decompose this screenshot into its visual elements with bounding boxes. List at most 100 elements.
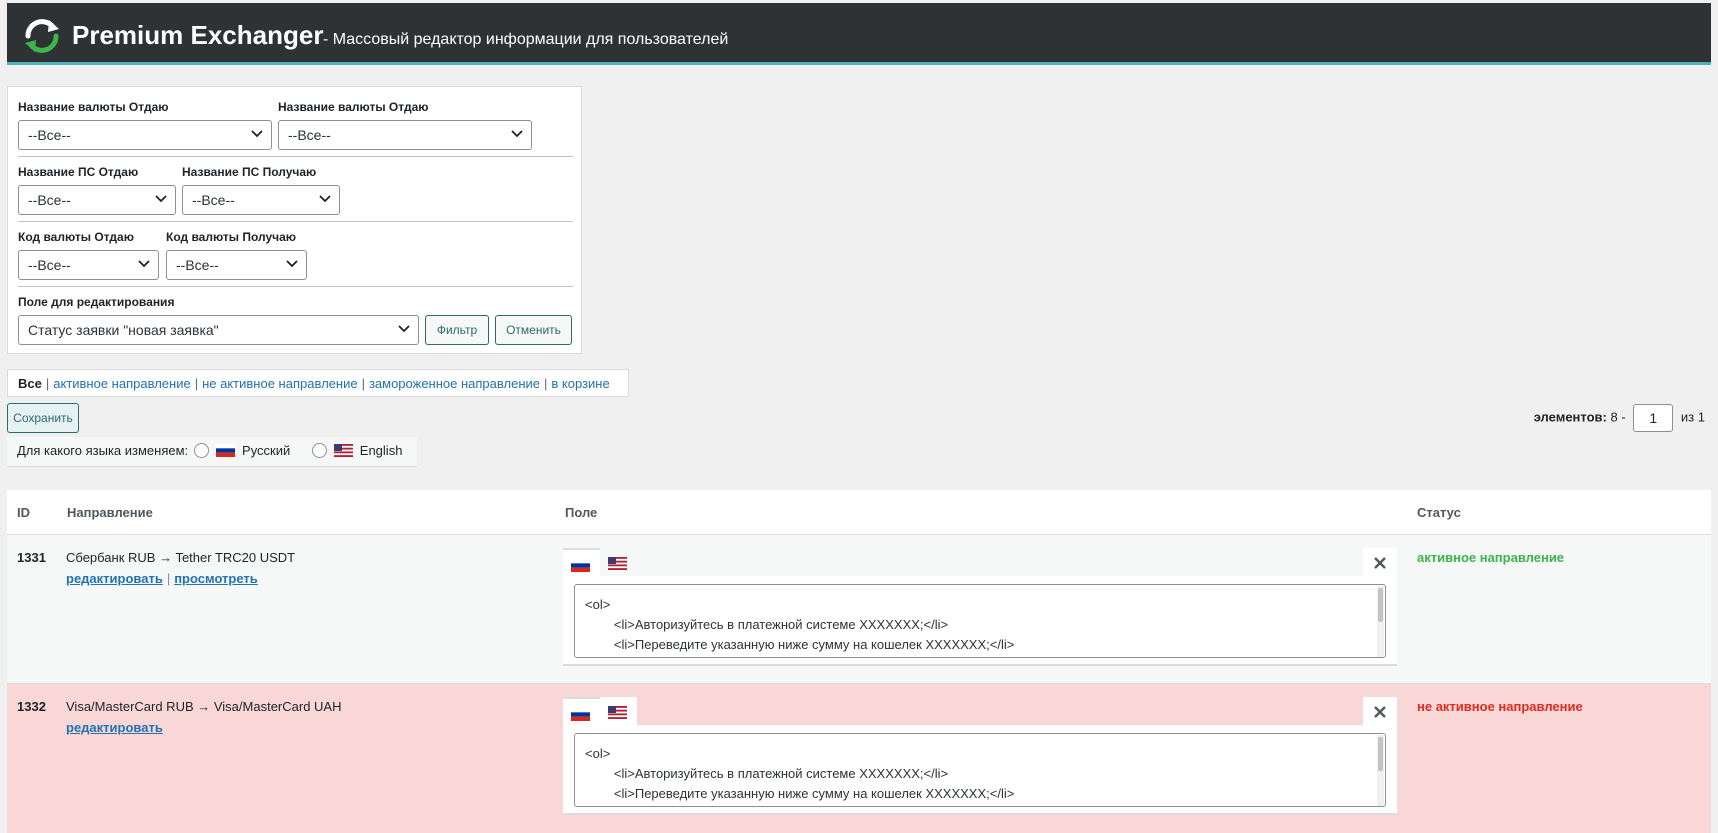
filter-label: Название валюты Отдаю [18,100,169,114]
items-label: элементов: [1533,409,1607,425]
app-title: Premium Exchanger [72,20,324,50]
cancel-button[interactable]: Отменить [495,315,572,345]
chevron-down-icon [155,195,167,203]
status-link-trash[interactable]: в корзине [551,376,609,391]
textarea-line: <ol> [585,597,611,612]
divider [18,286,573,287]
content-textarea[interactable]: <ol> <li>Авторизуйтесь в платежной систе… [574,584,1386,658]
refresh-arrows-icon [25,19,59,53]
language-option-english: English [359,443,403,458]
usa-flag-icon [607,557,627,570]
chevron-down-icon [251,130,263,138]
row-actions: редактировать [66,720,342,735]
tab-russian[interactable] [563,697,600,727]
close-icon [1374,557,1386,569]
language-option-russian: Русский [242,443,291,458]
directions-table: ID Направление Поле Статус 1331 Сбербанк… [7,490,1711,833]
currency-give-select[interactable]: --Все-- [18,120,272,150]
code-get-select[interactable]: --Все-- [166,250,307,280]
filter-label: Название ПС Получаю [182,165,317,179]
items-count: 8 - [1610,409,1626,425]
direction-name: Visa/MasterCard RUB → Visa/MasterCard UA… [66,699,342,714]
close-icon [1374,706,1386,718]
view-link[interactable]: просмотреть [174,571,258,586]
russia-flag-icon [216,444,236,457]
row-id: 1331 [17,550,46,565]
page-subtitle: - Массовый редактор информации для польз… [323,31,729,48]
edit-field-select[interactable]: Статус заявки "новая заявка" [18,315,419,345]
textarea-line: <li>Авторизуйтесь в платежной системе XX… [585,766,949,781]
filter-label: Поле для редактирования [18,295,175,309]
row-id: 1332 [17,699,46,714]
currency-give-2-select[interactable]: --Все-- [278,120,532,150]
content-textarea[interactable]: <ol> <li>Авторизуйтесь в платежной систе… [574,733,1386,807]
ps-get-select[interactable]: --Все-- [182,185,340,215]
edit-link[interactable]: редактировать [66,571,163,586]
field-editor: <ol> <li>Авторизуйтесь в платежной систе… [563,548,1397,666]
filter-button[interactable]: Фильтр [425,315,489,345]
status-link-active[interactable]: активное направление [53,376,190,391]
chevron-down-icon [398,325,410,333]
status-all-current[interactable]: Все [18,376,42,391]
chevron-down-icon [511,130,523,138]
select-value: --Все-- [176,257,219,273]
tab-english[interactable] [600,697,637,727]
page-number-input[interactable]: 1 [1633,404,1674,432]
column-field: Поле [565,505,598,520]
code-give-select[interactable]: --Все-- [18,250,159,280]
editor-panel: <ol> <li>Авторизуйтесь в платежной систе… [563,725,1397,815]
filter-label: Название валюты Отдаю [278,100,429,114]
textarea-scrollbar[interactable] [1377,735,1384,806]
textarea-line: <li>Авторизуйтесь в платежной системе XX… [585,617,949,632]
status-link-frozen[interactable]: замороженное направление [369,376,540,391]
filter-code-give: Код валюты Отдаю --Все-- [18,230,159,280]
select-value: --Все-- [28,127,71,143]
select-value: --Все-- [28,192,71,208]
textarea-line: <li>Переведите указанную ниже сумму на к… [585,786,1015,801]
tab-russian[interactable] [563,548,600,578]
edit-link[interactable]: редактировать [66,720,163,735]
select-value: Статус заявки "новая заявка" [28,322,219,338]
filter-edit-field: Поле для редактирования Статус заявки "н… [18,295,419,345]
close-editor-button[interactable] [1363,697,1397,727]
language-tabs [563,697,1397,727]
tab-english[interactable] [600,548,637,578]
russia-flag-icon [570,708,590,721]
status-filter-links: Все | активное направление | не активное нап… [7,369,629,397]
chevron-down-icon [138,260,150,268]
row-direction: Visa/MasterCard RUB → Visa/MasterCard UA… [66,699,342,735]
textarea-line: <ol> [585,746,611,761]
usa-flag-icon [607,706,627,719]
field-editor: <ol> <li>Авторизуйтесь в платежной систе… [563,697,1397,815]
app-header: Premium Exchanger - Массовый редактор ин… [7,3,1711,65]
total-pages: из 1 [1680,409,1705,425]
filter-label: Код валюты Отдаю [18,230,134,244]
select-value: --Все-- [192,192,235,208]
chevron-down-icon [319,195,331,203]
textarea-line: <li>Переведите указанную ниже сумму на к… [585,637,1015,652]
status-link-inactive[interactable]: не активное направление [202,376,357,391]
radio-russian[interactable] [193,443,209,458]
column-status: Статус [1417,505,1461,520]
ps-give-select[interactable]: --Все-- [18,185,176,215]
select-value: --Все-- [288,127,331,143]
divider [18,156,573,157]
pagination: элементов: 8 - 1 из 1 [1534,404,1705,434]
row-direction: Сбербанк RUB → Tether TRC20 USDT редакти… [66,550,295,586]
language-label: Для какого языка изменяем: [17,443,189,458]
status-badge: активное направление [1417,550,1565,565]
column-direction: Направление [67,505,153,520]
textarea-scrollbar[interactable] [1377,586,1384,657]
russia-flag-icon [570,559,590,572]
table-header: ID Направление Поле Статус [7,490,1711,535]
editor-panel: <ol> <li>Авторизуйтесь в платежной систе… [563,576,1397,666]
save-button[interactable]: Сохранить [7,403,79,433]
filter-ps-get: Название ПС Получаю --Все-- [182,165,340,215]
language-selector: Для какого языка изменяем: Русский Engli… [7,437,417,467]
filter-currency-give: Название валюты Отдаю --Все-- [18,100,272,150]
column-id: ID [17,505,30,520]
filter-panel: Название валюты Отдаю --Все-- Название в… [7,86,582,354]
close-editor-button[interactable] [1363,548,1397,578]
direction-name: Сбербанк RUB → Tether TRC20 USDT [66,550,296,565]
radio-english[interactable] [311,443,327,458]
